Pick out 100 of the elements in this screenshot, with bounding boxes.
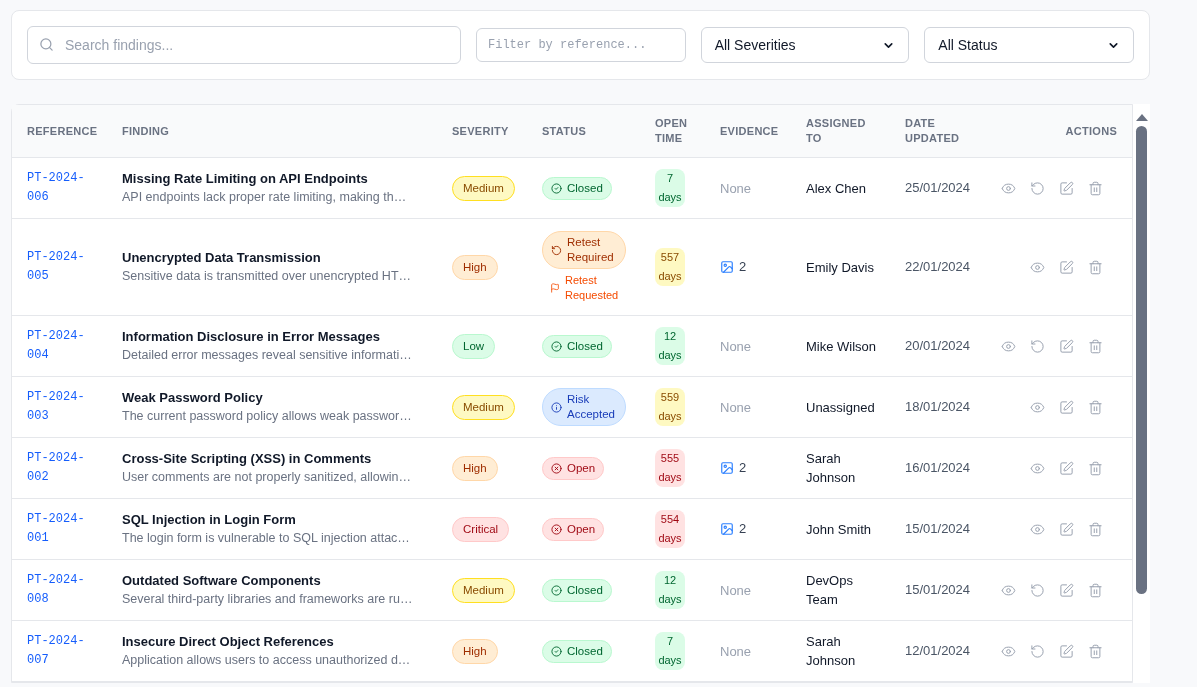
assignee-name: Emily Davis (806, 258, 875, 277)
status-badge: Closed (542, 176, 612, 200)
severity-badge: Critical (452, 516, 510, 543)
open-time-badge: 12 days (655, 326, 685, 365)
edit-button[interactable] (1058, 642, 1075, 660)
delete-button[interactable] (1087, 337, 1104, 355)
delete-button[interactable] (1087, 258, 1104, 276)
reference-link[interactable]: PT-2024-001 (27, 510, 91, 548)
finding-title: Unencrypted Data Transmission (122, 248, 322, 267)
assignee-name: Sarah Johnson (806, 633, 857, 670)
finding-title: SQL Injection in Login Form (122, 510, 297, 529)
date-text: 16/01/2024 (905, 459, 972, 478)
reference-filter-field[interactable]: Filter by reference... (476, 28, 686, 62)
delete-button[interactable] (1087, 642, 1104, 660)
info-icon (551, 401, 562, 413)
retest-button[interactable] (1029, 581, 1046, 599)
delete-button[interactable] (1087, 179, 1104, 197)
severity-badge: Medium (452, 394, 515, 421)
column-header: REFERENCE (27, 123, 98, 139)
open-time-badge: 7 days (655, 168, 685, 207)
status-badge: Open (542, 456, 605, 480)
date-text: 12/01/2024 (905, 642, 972, 661)
delete-button[interactable] (1087, 459, 1104, 477)
assignee-name: Unassigned (806, 398, 876, 417)
column-header: ASSIGNED TO (806, 116, 866, 146)
open-time-badge: 554 days (655, 509, 685, 548)
finding-title: Outdated Software Components (122, 571, 322, 590)
assignee-name: Mike Wilson (806, 337, 878, 356)
x-circle-icon (551, 523, 562, 535)
status-select[interactable]: All Status (924, 27, 1134, 63)
edit-button[interactable] (1058, 258, 1075, 276)
assignee-name: Sarah Johnson (806, 450, 857, 487)
column-header: OPEN TIME (655, 116, 688, 146)
retest-button[interactable] (1029, 642, 1046, 660)
reference-link[interactable]: PT-2024-004 (27, 327, 91, 365)
severity-select[interactable]: All Severities (700, 27, 910, 63)
image-icon (720, 461, 734, 475)
edit-button[interactable] (1058, 581, 1075, 599)
finding-description: Application allows users to access unauthorized d… (122, 652, 412, 670)
edit-button[interactable] (1058, 179, 1075, 197)
status-badge: Risk Accepted (542, 388, 626, 426)
reference-link[interactable]: PT-2024-002 (27, 449, 91, 487)
search-field[interactable]: Search findings... (27, 26, 461, 64)
date-text: 15/01/2024 (905, 520, 972, 539)
delete-button[interactable] (1087, 398, 1104, 416)
flag-icon (550, 283, 560, 293)
status-badge: Closed (542, 578, 612, 602)
date-text: 22/01/2024 (905, 258, 972, 277)
finding-description: The login form is vulnerable to SQL injection attac… (122, 530, 411, 548)
evidence-count[interactable]: 2 (739, 458, 747, 478)
evidence-text: None (720, 339, 752, 354)
retest-button[interactable] (1029, 179, 1046, 197)
reference-link[interactable]: PT-2024-007 (27, 632, 91, 670)
status-badge: Closed (542, 334, 612, 358)
severity-badge: High (452, 455, 498, 482)
edit-button[interactable] (1058, 337, 1075, 355)
date-text: 20/01/2024 (905, 337, 972, 356)
edit-button[interactable] (1058, 459, 1075, 477)
image-icon (720, 522, 734, 536)
severity-badge: Medium (452, 577, 515, 604)
date-text: 18/01/2024 (905, 398, 972, 417)
reference-link[interactable]: PT-2024-006 (27, 169, 91, 207)
finding-description: Sensitive data is transmitted over unencrypted HT… (122, 268, 413, 286)
finding-title: Cross-Site Scripting (XSS) in Comments (122, 449, 373, 468)
finding-description: User comments are not properly sanitized, allowin… (122, 469, 412, 487)
finding-description: The current password policy allows weak passwor… (122, 408, 413, 426)
check-circle-icon (551, 182, 562, 194)
evidence-count[interactable]: 2 (739, 257, 747, 277)
status-badge: Open (542, 517, 605, 541)
evidence-text: None (720, 181, 752, 196)
check-circle-icon (551, 340, 562, 352)
column-header: STATUS (542, 123, 587, 139)
assignee-name: DevOps Team (806, 572, 854, 609)
column-header: FINDING (122, 123, 170, 139)
delete-button[interactable] (1087, 581, 1104, 599)
check-circle-icon (551, 645, 562, 657)
open-time-badge: 557 days (655, 247, 685, 286)
severity-badge: Medium (452, 175, 515, 202)
edit-button[interactable] (1058, 398, 1075, 416)
status-badge: Closed (542, 639, 612, 663)
finding-description: Several third-party libraries and frameworks are ru… (122, 591, 414, 609)
date-text: 25/01/2024 (905, 179, 972, 198)
reference-link[interactable]: PT-2024-008 (27, 571, 91, 609)
severity-badge: High (452, 254, 498, 281)
finding-title: Insecure Direct Object References (122, 632, 335, 651)
evidence-count[interactable]: 2 (739, 519, 747, 539)
column-header: ACTIONS (1065, 123, 1117, 139)
evidence-text: None (720, 644, 752, 659)
reference-link[interactable]: PT-2024-003 (27, 388, 91, 426)
retest-button[interactable] (1029, 337, 1046, 355)
scrollbar[interactable] (1133, 104, 1150, 683)
evidence-text: None (720, 400, 752, 415)
check-circle-icon (551, 584, 562, 596)
edit-button[interactable] (1058, 520, 1075, 538)
column-header: EVIDENCE (720, 123, 779, 139)
column-header: DATE UPDATED (905, 116, 960, 146)
assignee-name: Alex Chen (806, 179, 867, 198)
open-time-badge: 555 days (655, 448, 685, 487)
reference-link[interactable]: PT-2024-005 (27, 248, 91, 286)
delete-button[interactable] (1087, 520, 1104, 538)
